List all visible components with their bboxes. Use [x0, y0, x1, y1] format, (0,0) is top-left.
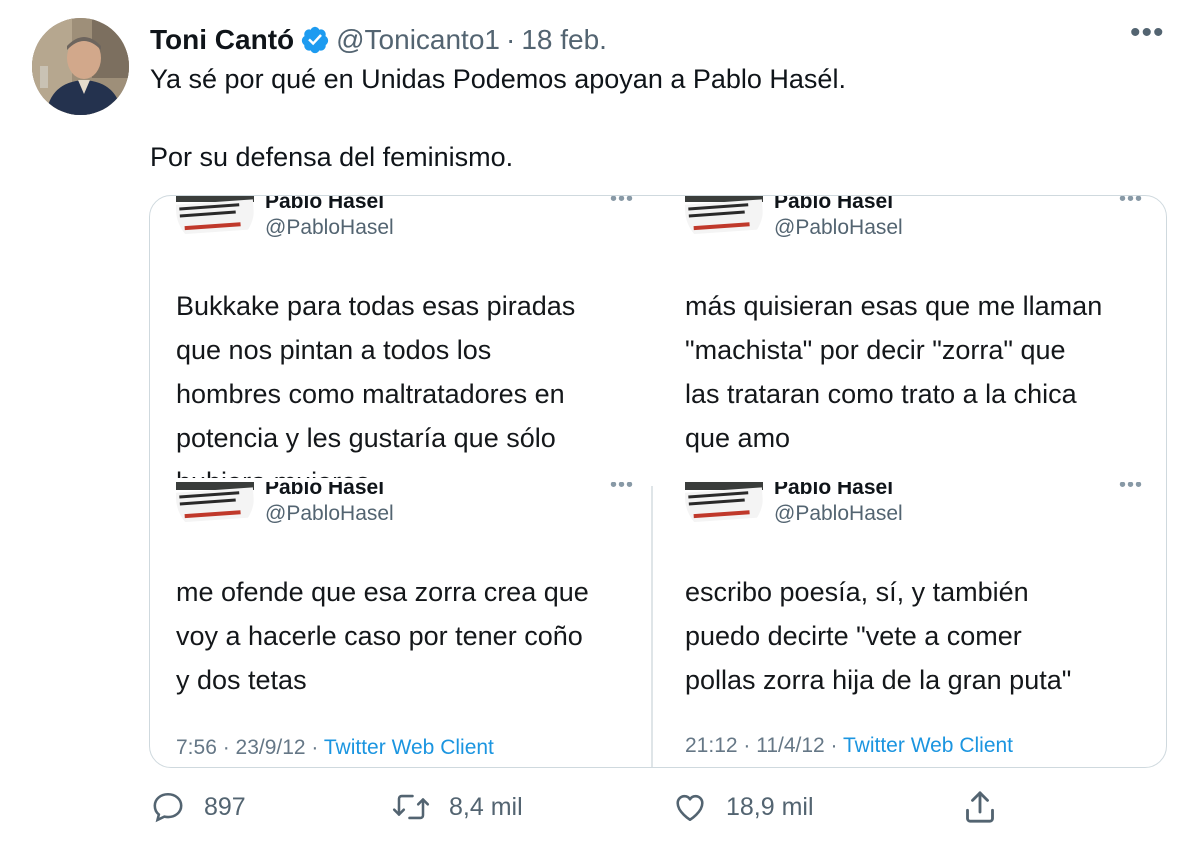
more-icon[interactable]: •••	[1130, 18, 1168, 52]
embedded-text-line: hombres como maltratadores en	[176, 379, 565, 409]
embedded-text-line: puedo decirte "vete a comer	[685, 621, 1022, 651]
embedded-more-icon: •••	[610, 482, 635, 496]
tweet: Toni Cantó @Tonicanto1 · 18 feb. ••• Ya …	[0, 0, 1199, 849]
embedded-tweet-text: más quisieran esas que me llaman "machis…	[685, 284, 1102, 460]
embedded-author-handle: @PabloHasel	[265, 216, 394, 239]
embedded-tweet-meta: 7:56 · 23/9/12 · Twitter Web Client	[176, 736, 494, 760]
author-avatar[interactable]	[32, 18, 129, 115]
embedded-text-line: pollas zorra hija de la gran puta"	[685, 665, 1072, 695]
embedded-author-name: Pablo Hasel	[265, 482, 385, 499]
tweet-text-line-2: Por su defensa del feminismo.	[150, 142, 514, 172]
embedded-tweet-image-2[interactable]: Pablo Hasel @PabloHasel ••• más quisiera…	[659, 196, 1166, 478]
tweet-header: Toni Cantó @Tonicanto1 · 18 feb.	[150, 20, 607, 60]
embedded-author-handle: @PabloHasel	[774, 216, 903, 239]
header-separator: ·	[505, 24, 516, 55]
embedded-tweet-text: escribo poesía, sí, y también puedo deci…	[685, 570, 1071, 702]
embedded-text-line: Bukkake para todas esas piradas	[176, 291, 576, 321]
embedded-text-line: que nos pintan a todos los	[176, 335, 492, 365]
avatar-photo	[32, 18, 129, 115]
author-handle[interactable]: @Tonicanto1	[336, 24, 500, 56]
embedded-author-name: Pablo Hasel	[774, 482, 894, 499]
author-name[interactable]: Toni Cantó	[150, 24, 294, 56]
embedded-more-icon: •••	[610, 196, 635, 210]
embedded-tweet-image-3[interactable]: Pablo Hasel @PabloHasel ••• me ofende qu…	[150, 482, 650, 767]
retweet-count: 8,4 mil	[449, 792, 523, 821]
like-button[interactable]: 18,9 mil	[672, 785, 814, 829]
embedded-text-line: hubiera mujeres	[176, 460, 575, 478]
retweet-button[interactable]: 8,4 mil	[391, 785, 523, 829]
embedded-more-icon: •••	[1119, 196, 1144, 210]
embedded-tweet-text: me ofende que esa zorra crea que voy a h…	[176, 570, 589, 702]
image-divider	[651, 486, 653, 767]
retweet-icon	[391, 789, 431, 825]
embedded-tweet-meta: 21:12 · 11/4/12 · Twitter Web Client	[685, 734, 1013, 758]
embedded-author-handle: @PabloHasel	[265, 502, 394, 525]
embedded-author-name: Pablo Hasel	[774, 196, 894, 213]
verified-badge-icon	[300, 25, 330, 55]
reply-button[interactable]: 897	[150, 785, 246, 829]
embedded-client-link: Twitter Web Client	[323, 736, 494, 759]
tweet-actions: 897 8,4 mil 18,9 mil	[0, 785, 1199, 835]
embedded-text-line: que amo	[685, 423, 791, 453]
embedded-tweet-image-4[interactable]: Pablo Hasel @PabloHasel ••• escribo poes…	[659, 482, 1166, 767]
tweet-text-line-1: Ya sé por qué en Unidas Podemos apoyan a…	[150, 64, 846, 94]
embedded-avatar	[176, 196, 254, 248]
share-button[interactable]	[960, 785, 1000, 829]
embedded-text-line: voy a hacerle caso por tener coño	[176, 621, 583, 651]
embedded-timestamp: 21:12 · 11/4/12 ·	[685, 734, 844, 757]
tweet-date[interactable]: 18 feb.	[521, 24, 607, 56]
share-icon	[960, 787, 1000, 827]
embedded-timestamp: 7:56 · 23/9/12 ·	[176, 736, 324, 759]
embedded-client-link: Twitter Web Client	[843, 734, 1014, 757]
reply-count: 897	[204, 792, 246, 821]
reply-icon	[150, 789, 186, 825]
embedded-text-line: más quisieran esas que me llaman	[685, 291, 1103, 321]
embedded-avatar	[176, 482, 254, 536]
embedded-more-icon: •••	[1119, 482, 1144, 496]
embedded-author-handle: @PabloHasel	[774, 502, 903, 525]
like-count: 18,9 mil	[726, 792, 814, 821]
embedded-text-line: "machista" por decir "zorra" que	[685, 335, 1066, 365]
embedded-tweet-image-1[interactable]: Pablo Hasel @PabloHasel ••• Bukkake para…	[150, 196, 655, 478]
embedded-text-line: potencia y les gustaría que sólo	[176, 423, 556, 453]
like-icon	[672, 789, 708, 825]
embedded-text-line: escribo poesía, sí, y también	[685, 577, 1029, 607]
tweet-media-grid[interactable]: Pablo Hasel @PabloHasel ••• Bukkake para…	[149, 195, 1167, 768]
embedded-text-line: y dos tetas	[176, 665, 307, 695]
embedded-text-line: las trataran como trato a la chica	[685, 379, 1077, 409]
embedded-text-line: me ofende que esa zorra crea que	[176, 577, 589, 607]
embedded-avatar	[685, 196, 763, 248]
embedded-author-name: Pablo Hasel	[265, 196, 385, 213]
embedded-avatar	[685, 482, 763, 536]
embedded-tweet-text: Bukkake para todas esas piradas que nos …	[176, 284, 575, 478]
